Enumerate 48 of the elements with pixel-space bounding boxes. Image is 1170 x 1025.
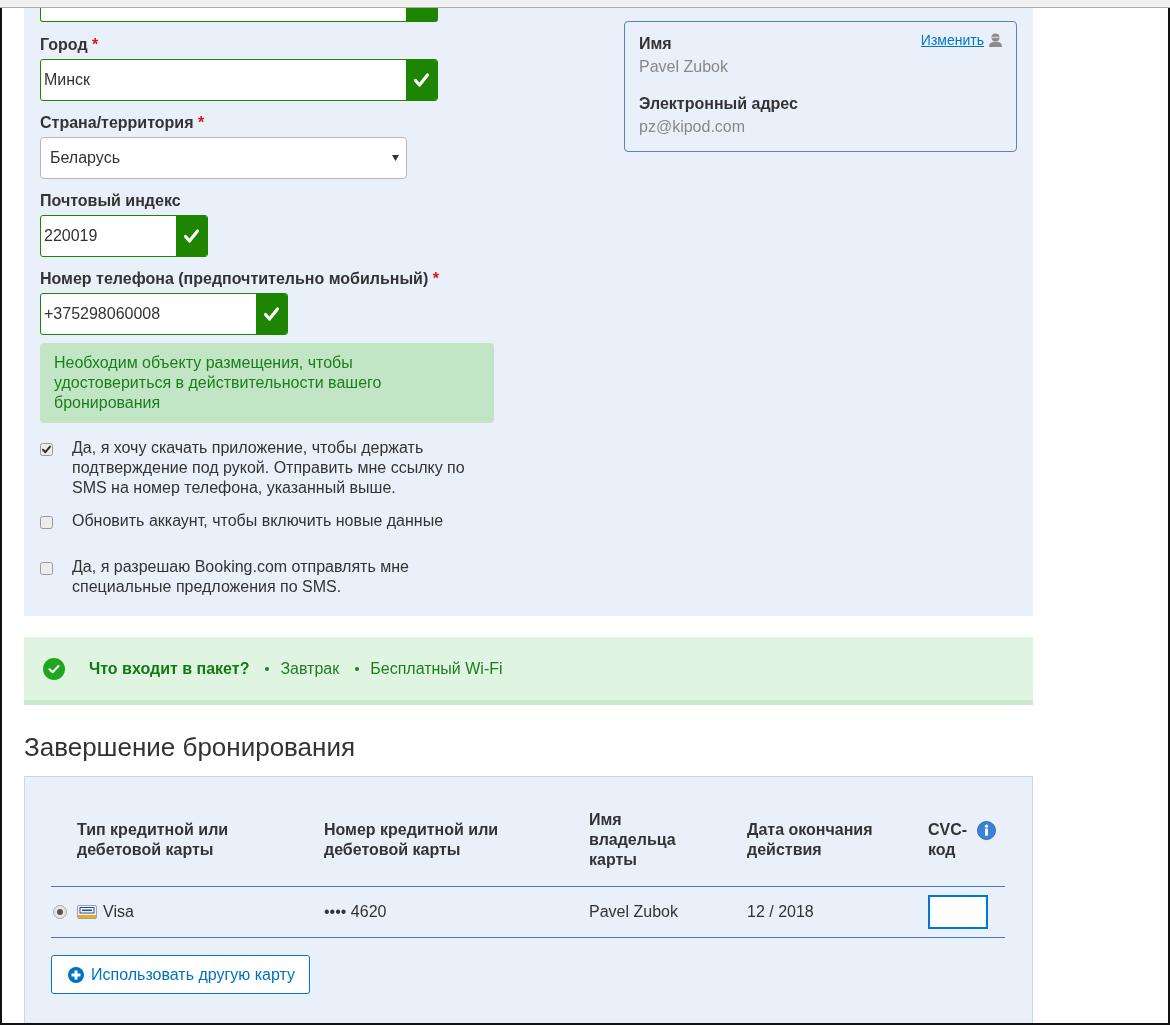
table-cell: •••• 4620: [324, 903, 387, 920]
check-icon: [176, 216, 207, 256]
hint-message: Необходим объекту размещения, чтобы удостовериться в действительности вашего бронирования: [40, 343, 494, 423]
table-cell: Visa: [103, 902, 134, 922]
info-icon[interactable]: [977, 821, 997, 840]
input-field[interactable]: Минск: [40, 59, 438, 101]
info-label: Электронный адрес: [639, 94, 798, 114]
table-cell: 12 / 2018: [747, 903, 814, 920]
info-value: Pavel Zubok: [639, 57, 728, 77]
plus-icon: [68, 966, 84, 983]
check-circle-icon: [43, 657, 65, 680]
field-label: Номер телефона (предпочтительно мобильный) *: [40, 269, 439, 289]
package-title: Что входит в пакет?: [89, 658, 250, 679]
input-field[interactable]: +375298060008: [40, 293, 288, 335]
column-header: CVC-код: [928, 820, 968, 860]
card-icon: [77, 905, 97, 919]
user-icon: [989, 33, 1002, 47]
check-icon: [406, 60, 437, 100]
cvc-input[interactable]: [928, 895, 988, 929]
section-heading: Завершение бронирования: [24, 732, 356, 762]
checkbox[interactable]: [40, 516, 53, 529]
bullet-icon: [265, 666, 270, 671]
input-field[interactable]: 220019: [40, 215, 208, 257]
field-label: Почтовый индекс: [40, 191, 181, 211]
info-value: pz@kipod.com: [639, 117, 746, 137]
check-icon: [256, 294, 287, 334]
checkbox[interactable]: [40, 443, 53, 456]
table-cell: Pavel Zubok: [589, 903, 678, 920]
checkbox-label: Обновить аккаунт, чтобы включить новые данные: [72, 511, 445, 531]
column-header: Дата окончания действия: [747, 820, 874, 860]
field-label: Страна/территория *: [40, 113, 205, 133]
package-item: Бесплатный Wi-Fi: [370, 658, 503, 679]
radio-button[interactable]: [53, 905, 67, 919]
add-card-button[interactable]: Использовать другую карту: [51, 955, 311, 994]
edit-link[interactable]: Изменить: [920, 31, 984, 49]
column-header: Имя владельца карты: [589, 810, 677, 870]
bullet-icon: [355, 666, 360, 671]
info-label: Имя: [639, 34, 672, 54]
checkbox-label: Да, я разрешаю Booking.com отправлять мне специальные предложения по SMS.: [72, 557, 410, 597]
caret-icon: [392, 155, 399, 161]
input-field[interactable]: [40, 8, 438, 22]
dropdown[interactable]: Беларусь: [40, 137, 407, 179]
checkbox-label: Да, я хочу скачать приложение, чтобы держать подтверждение под рукой. Отправить мне ссылку по SMS на номер телефона, указанный выше.: [72, 438, 466, 498]
package-item: Завтрак: [280, 658, 340, 679]
checkbox[interactable]: [40, 562, 53, 575]
column-header: Номер кредитной или дебетовой карты: [324, 820, 500, 860]
field-label: Город *: [40, 35, 99, 55]
column-header: Тип кредитной или дебетовой карты: [77, 820, 230, 860]
